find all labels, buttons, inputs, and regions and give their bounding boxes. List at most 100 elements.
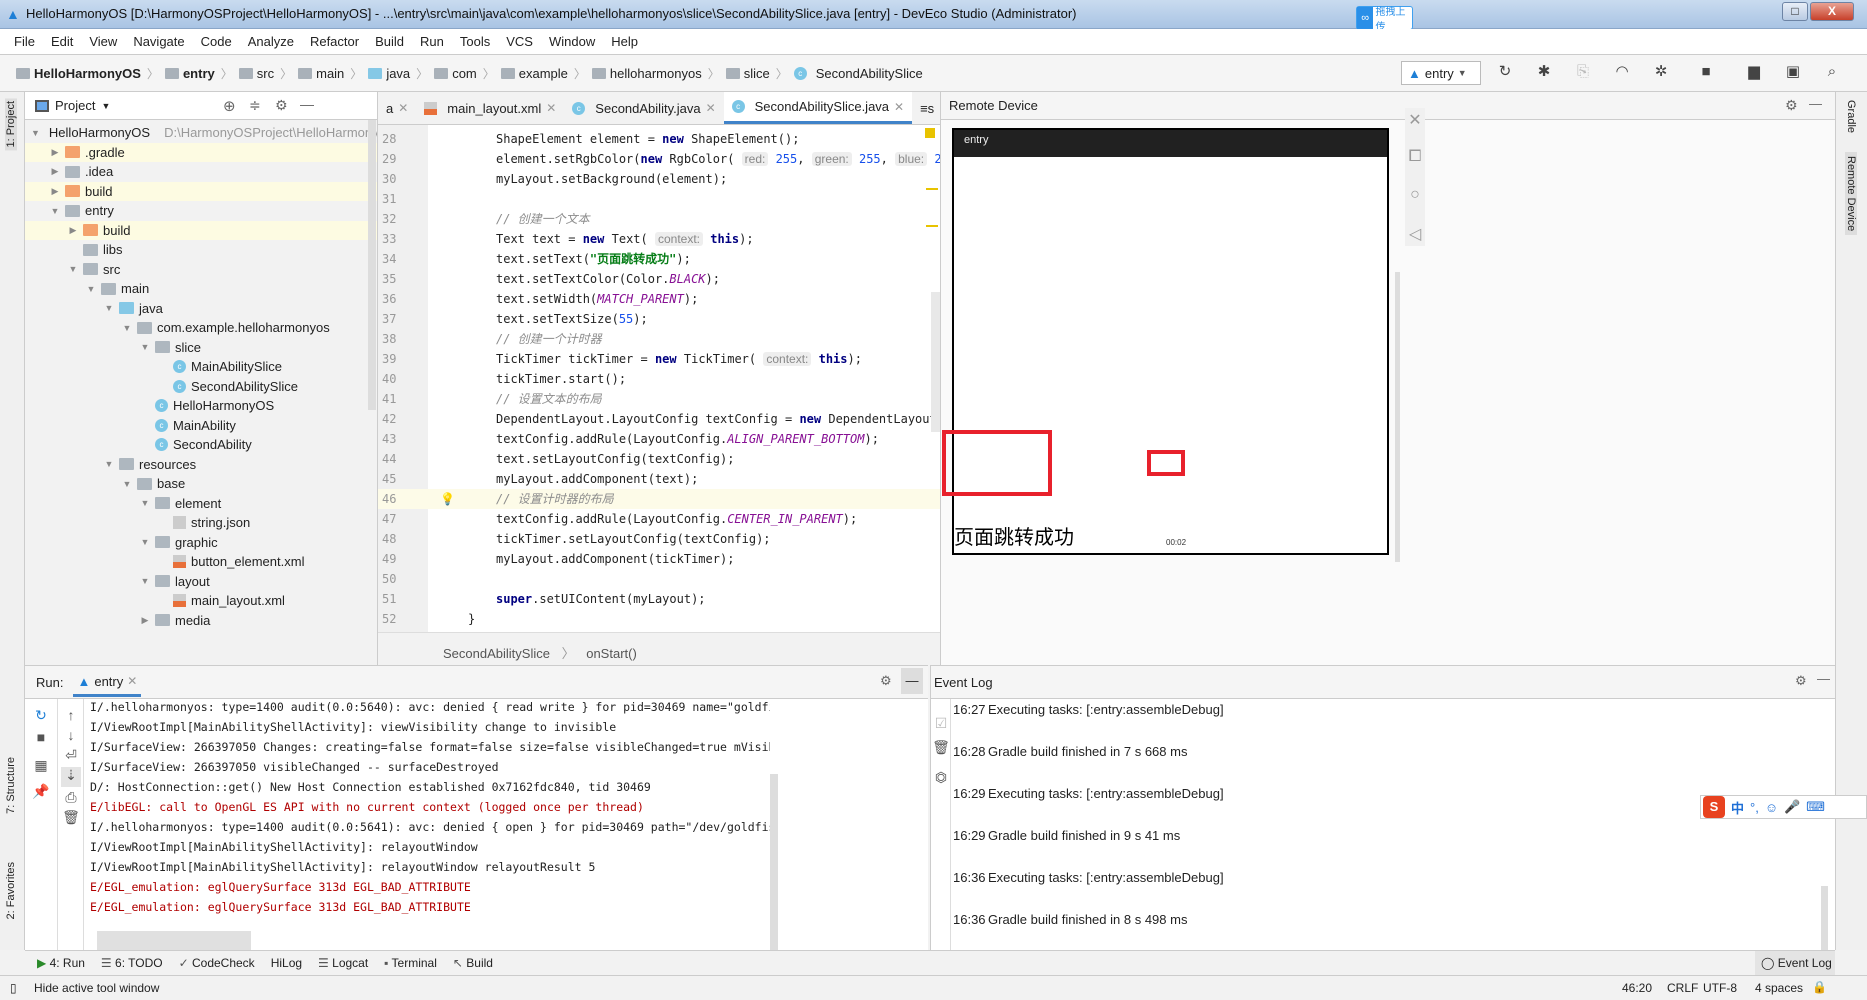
code-line[interactable]: 37 text.setTextSize(55);	[378, 309, 940, 329]
breadcrumb-item[interactable]: main	[298, 66, 344, 81]
project-view-select[interactable]: Project	[55, 98, 95, 113]
ime-keyboard-icon[interactable]: ⌨	[1806, 799, 1825, 815]
editor-tab[interactable]: main_layout.xml ✕	[416, 92, 564, 124]
mark-read-icon[interactable]: ☑	[931, 715, 951, 735]
tool-tab-codecheck[interactable]: ✓ CodeCheck	[179, 956, 255, 970]
gradle-tool-tab[interactable]: Gradle	[1845, 100, 1857, 133]
editor-tab[interactable]: c SecondAbilitySlice.java ✕	[723, 92, 913, 124]
event-log-tool-tab[interactable]: ◯ Event Log	[1755, 951, 1835, 975]
editor-tab[interactable]: c SecondAbility.java ✕	[564, 92, 723, 124]
gear-icon[interactable]: ⚙	[275, 97, 288, 114]
tree-item[interactable]: ▶ media	[25, 611, 377, 631]
trash-icon[interactable]: 🗑	[61, 809, 81, 829]
event-message[interactable]: Gradle build finished in 9 s 41 ms	[988, 828, 1180, 843]
breadcrumb-item[interactable]: entry	[164, 66, 215, 81]
code-line[interactable]: 46 // 设置计时器的布局 💡	[378, 489, 940, 509]
menu-edit[interactable]: Edit	[43, 34, 81, 49]
menu-analyze[interactable]: Analyze	[240, 34, 302, 49]
intention-bulb-icon[interactable]: 💡	[440, 489, 455, 509]
tree-item[interactable]: ▼ main	[25, 279, 377, 299]
tree-item[interactable]: ▶ .gradle	[25, 142, 377, 162]
tool-tab-build[interactable]: ↖ Build	[453, 956, 493, 970]
code-line[interactable]: 30 myLayout.setBackground(element);	[378, 169, 940, 189]
warning-stripe[interactable]	[926, 188, 938, 190]
settings-icon[interactable]: ⏣	[931, 769, 951, 789]
sync-icon[interactable]: ↻	[1494, 61, 1516, 83]
close-tab-icon[interactable]: ✕	[546, 101, 556, 115]
line-separator[interactable]: CRLF	[1667, 981, 1698, 995]
close-tab-icon[interactable]: ✕	[398, 101, 408, 115]
menu-build[interactable]: Build	[367, 34, 412, 49]
maximize-button[interactable]: □	[1782, 2, 1808, 21]
event-log-scrollbar[interactable]	[1821, 886, 1828, 951]
device-manager-icon[interactable]: ▣	[1782, 61, 1804, 83]
code-line[interactable]: 29 element.setRgbColor(new RgbColor( red:…	[378, 149, 940, 169]
tree-item[interactable]: ▼ java	[25, 299, 377, 319]
expanded-arrow-icon[interactable]: ▼	[139, 537, 151, 547]
expanded-arrow-icon[interactable]: ▼	[121, 479, 133, 489]
soft-wrap-icon[interactable]: ⏎	[61, 747, 81, 767]
expanded-arrow-icon[interactable]: ▼	[85, 284, 97, 294]
tree-item[interactable]: button_element.xml	[25, 552, 377, 572]
collapsed-arrow-icon[interactable]: ▶	[139, 615, 151, 626]
tree-item[interactable]: ▶ .idea	[25, 162, 377, 182]
tree-item[interactable]: ▼ slice	[25, 338, 377, 358]
tree-item[interactable]: ▼ src	[25, 260, 377, 280]
lock-icon[interactable]: 🔒	[1812, 980, 1827, 994]
code-line[interactable]: 43 textConfig.addRule(LayoutConfig.ALIGN_…	[378, 429, 940, 449]
minimize-icon[interactable]: —	[1809, 96, 1822, 111]
minimize-icon[interactable]: —	[901, 668, 923, 694]
trash-icon[interactable]: 🗑	[931, 739, 951, 759]
code-line[interactable]: 49 myLayout.addComponent(tickTimer);	[378, 549, 940, 569]
code-line[interactable]: 31	[378, 189, 940, 209]
warning-marker[interactable]	[925, 128, 935, 138]
tool-tab-terminal[interactable]: ▪ Terminal	[384, 956, 437, 970]
project-structure-icon[interactable]: ▆	[1743, 61, 1765, 83]
code-line[interactable]: 39 TickTimer tickTimer = new TickTimer( c…	[378, 349, 940, 369]
project-tool-tab[interactable]: 1: Project	[5, 98, 17, 151]
menu-refactor[interactable]: Refactor	[302, 34, 367, 49]
device-scrollbar[interactable]	[1395, 272, 1400, 562]
console-h-scrollbar[interactable]	[97, 931, 251, 951]
code-line[interactable]: 40 tickTimer.start();	[378, 369, 940, 389]
breadcrumb-item[interactable]: c SecondAbilitySlice	[793, 66, 923, 81]
run-config-select[interactable]: ▲ entry ▼	[1401, 61, 1481, 85]
menu-code[interactable]: Code	[193, 34, 240, 49]
collapsed-arrow-icon[interactable]: ▶	[49, 147, 61, 158]
menu-help[interactable]: Help	[603, 34, 646, 49]
code-area[interactable]: 28 ShapeElement element = new ShapeElemen…	[378, 129, 940, 632]
event-message[interactable]: Gradle build finished in 7 s 668 ms	[988, 744, 1187, 759]
code-line[interactable]: 34 text.setText("页面跳转成功");	[378, 249, 940, 269]
collapsed-arrow-icon[interactable]: ▶	[49, 186, 61, 197]
tree-item[interactable]: ▼ element	[25, 494, 377, 514]
close-icon[interactable]: ✕	[1405, 110, 1425, 130]
breadcrumb-item[interactable]: slice	[725, 66, 770, 81]
code-line[interactable]: 42 DependentLayout.LayoutConfig textConfi…	[378, 409, 940, 429]
collapsed-arrow-icon[interactable]: ▶	[67, 225, 79, 236]
ime-chinese-mode[interactable]: 中	[1731, 798, 1744, 817]
tree-item[interactable]: ▶ build	[25, 181, 377, 201]
menu-window[interactable]: Window	[541, 34, 603, 49]
minimize-icon[interactable]: —	[300, 96, 314, 112]
layout-icon[interactable]: ▦	[31, 757, 51, 777]
code-line[interactable]: 48 tickTimer.setLayoutConfig(textConfig);	[378, 529, 940, 549]
profile-icon[interactable]: ◠	[1611, 61, 1633, 83]
menu-view[interactable]: View	[81, 34, 125, 49]
event-message[interactable]: Executing tasks: [:entry:assembleDebug]	[988, 786, 1224, 801]
editor-tab[interactable]: a ✕	[378, 92, 416, 124]
debug-attach-icon[interactable]: ✲	[1650, 61, 1672, 83]
structure-tool-tab[interactable]: 7: Structure	[5, 757, 17, 814]
code-line[interactable]: 51 super.setUIContent(myLayout);	[378, 589, 940, 609]
stop-icon[interactable]: ■	[1695, 61, 1717, 83]
event-message[interactable]: Executing tasks: [:entry:assembleDebug]	[988, 870, 1224, 885]
tree-item[interactable]: ▼ resources	[25, 455, 377, 475]
editor-scrollbar[interactable]	[931, 292, 940, 432]
remote-device-tool-tab[interactable]: Remote Device	[1845, 152, 1857, 236]
breadcrumb-item[interactable]: example	[500, 66, 568, 81]
tree-item[interactable]: c HelloHarmonyOS	[25, 396, 377, 416]
ime-emoji-icon[interactable]: ☺	[1765, 800, 1778, 815]
stop-icon[interactable]: ■	[31, 729, 51, 749]
close-tab-icon[interactable]: ✕	[894, 100, 904, 114]
breadcrumb-item[interactable]: java	[368, 66, 410, 81]
locate-icon[interactable]: ⊕	[223, 97, 236, 115]
